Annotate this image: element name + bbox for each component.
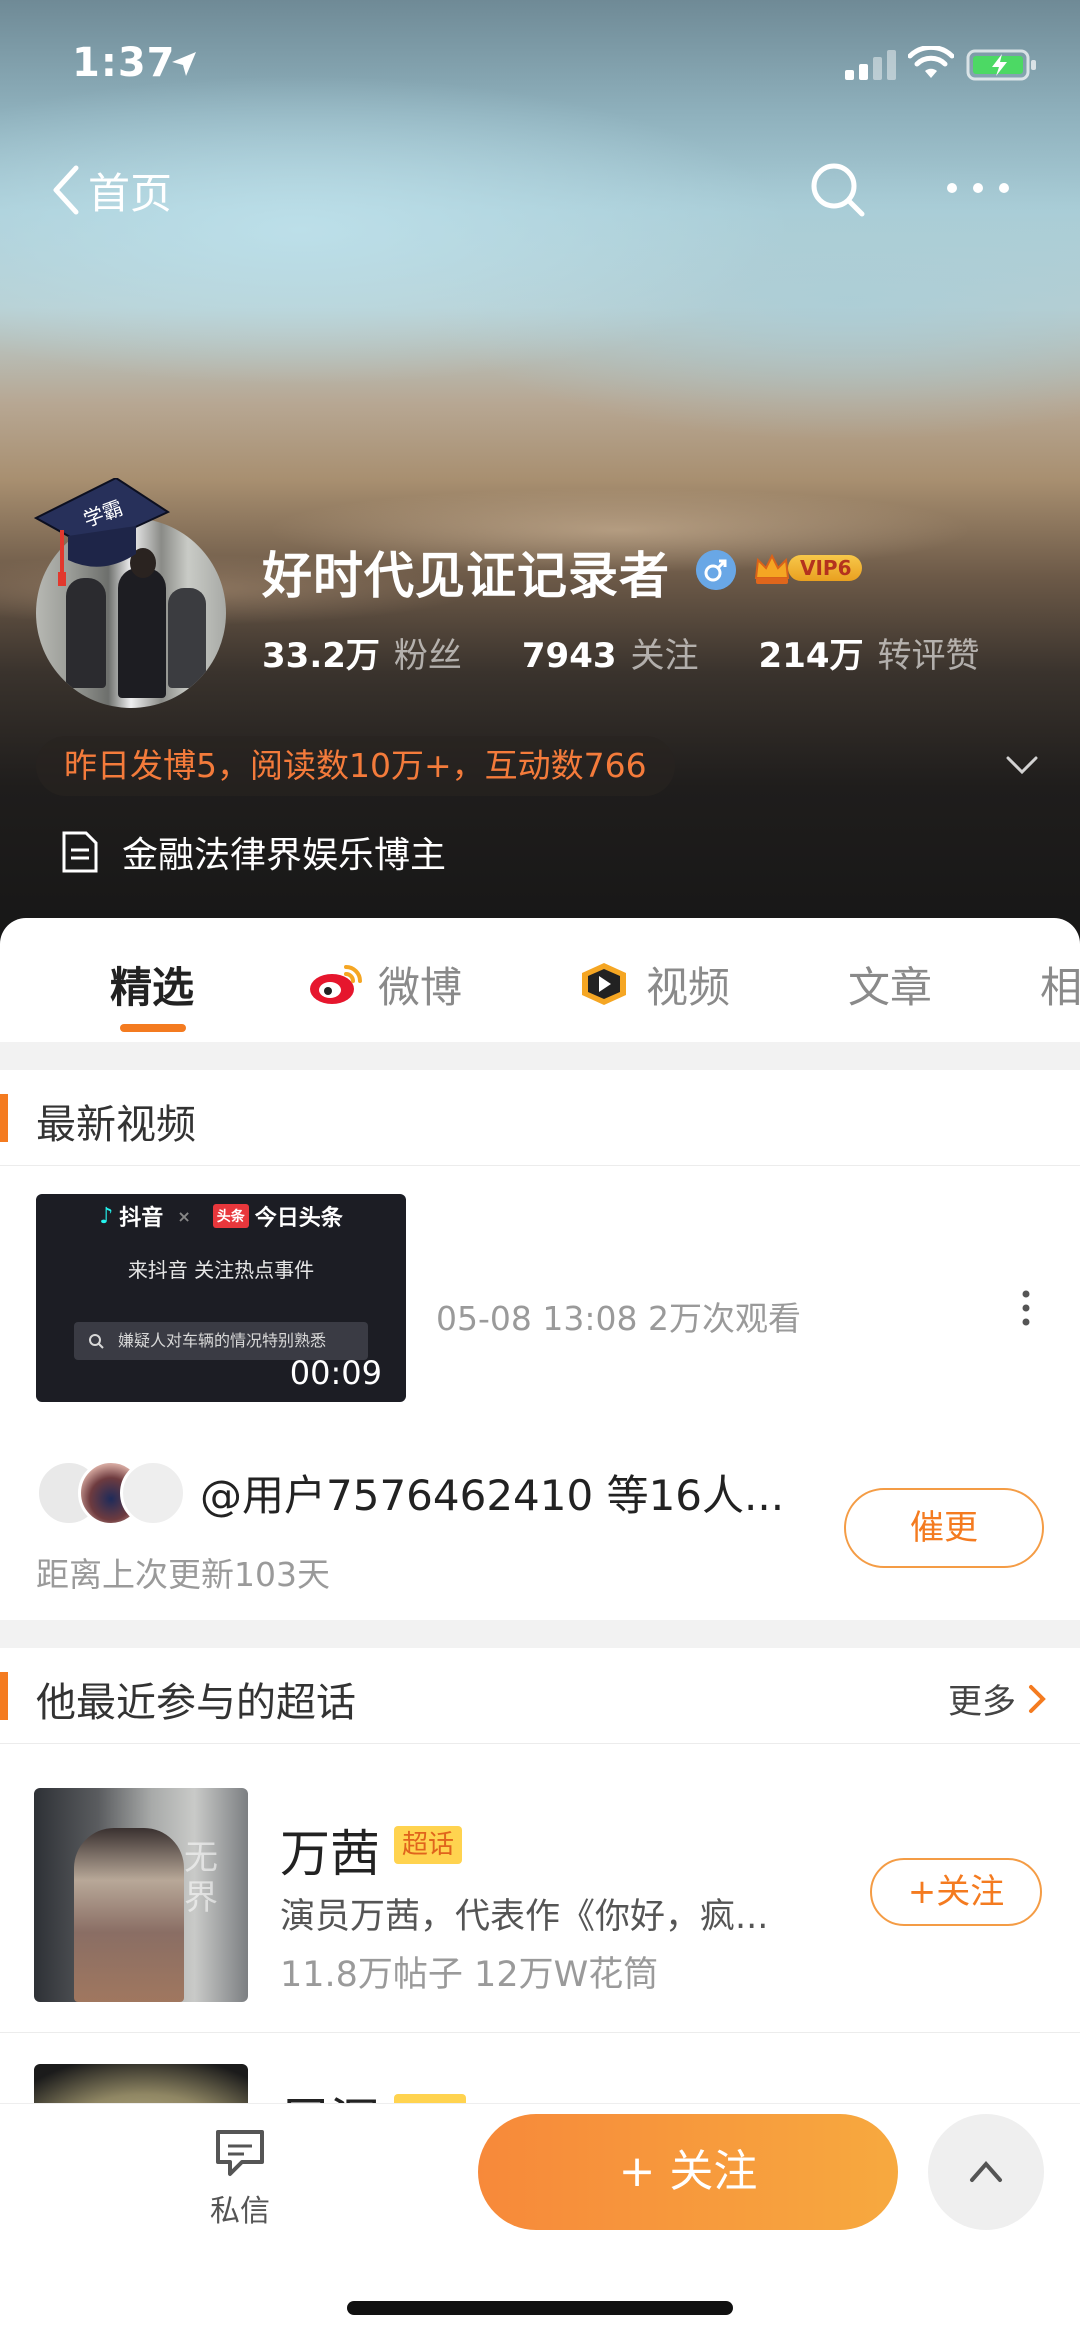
super-topics-header: 他最近参与的超话 更多 bbox=[0, 1648, 1080, 1744]
topic-stats: 11.8万帖子 12万W花筒 bbox=[280, 1955, 659, 1995]
tab-articles-label: 文章 bbox=[848, 962, 933, 1012]
video-meta: 05-08 13:08 2万次观看 bbox=[436, 1299, 801, 1338]
chevron-down-icon[interactable] bbox=[1004, 752, 1040, 780]
chevron-right-icon bbox=[1029, 1684, 1046, 1713]
bio-text: 金融法律界娱乐博主 bbox=[122, 835, 447, 876]
profile-tabs: 精选 微博 视频 文章 相 bbox=[0, 918, 1080, 1042]
vip-level: VIP6 bbox=[788, 555, 862, 581]
status-bar: 1:37 bbox=[0, 0, 1080, 130]
more-topics-link[interactable]: 更多 bbox=[948, 1674, 1046, 1723]
topic-image[interactable]: 无界 bbox=[34, 1788, 248, 2002]
back-button[interactable]: 首页 bbox=[48, 160, 172, 220]
reposts-likes-label: 转评赞 bbox=[877, 636, 980, 676]
male-gender-icon bbox=[696, 550, 736, 590]
row-divider bbox=[0, 2032, 1080, 2033]
video-duration: 00:09 bbox=[289, 1354, 382, 1392]
section-accent-bar bbox=[0, 1094, 8, 1142]
search-icon bbox=[89, 1334, 104, 1349]
section-accent-bar bbox=[0, 1672, 8, 1720]
last-update-info: 距离上次更新103天 bbox=[36, 1555, 330, 1594]
following-count[interactable]: 7943 bbox=[522, 636, 617, 676]
video-thumbnail[interactable]: ♪ 抖音 × 头条 今日头条 来抖音 关注热点事件 嫌疑人对车辆的情况特别熟悉 … bbox=[36, 1194, 406, 1402]
topic-name[interactable]: 万茜 bbox=[280, 1814, 380, 1886]
document-icon bbox=[62, 831, 98, 873]
bio-row: 金融法律界娱乐博主 bbox=[60, 826, 446, 878]
thumb-brand-toutiao: 今日头条 bbox=[254, 1206, 343, 1231]
thumb-caption: 来抖音 关注热点事件 bbox=[127, 1258, 315, 1282]
tab-weibo[interactable]: 微博 bbox=[308, 954, 462, 1014]
tab-featured-label: 精选 bbox=[110, 962, 195, 1012]
more-label: 更多 bbox=[948, 1682, 1016, 1722]
vip-badge[interactable]: VIP6 bbox=[752, 548, 862, 588]
topic-description: 演员万茜，代表作《你好，疯... bbox=[280, 1897, 769, 1937]
latest-video-header: 最新视频 bbox=[0, 1070, 1080, 1166]
back-label: 首页 bbox=[88, 168, 173, 218]
tab-video-label: 视频 bbox=[646, 962, 731, 1012]
thumb-toutiao-tag: 头条 bbox=[212, 1204, 249, 1228]
following-label[interactable]: 关注 bbox=[631, 628, 699, 677]
update-requesters[interactable]: @用户7576462410 等16人... bbox=[200, 1462, 784, 1523]
follow-button[interactable]: + 关注 bbox=[478, 2114, 898, 2230]
requester-avatars bbox=[36, 1458, 186, 1528]
chat-bubble-icon bbox=[216, 2130, 264, 2176]
video-play-icon bbox=[582, 963, 626, 1005]
tab-weibo-label: 微博 bbox=[378, 962, 463, 1012]
cellular-signal-icon bbox=[845, 50, 896, 80]
thumb-brand-douyin: 抖音 bbox=[119, 1206, 164, 1231]
section-title: 他最近参与的超话 bbox=[36, 1680, 356, 1726]
more-options-icon[interactable] bbox=[942, 168, 1014, 208]
crown-icon bbox=[754, 553, 790, 584]
activity-summary[interactable]: 昨日发博5，阅读数10万+，互动数766 bbox=[36, 736, 675, 796]
profile-name: 好时代见证记录者 bbox=[262, 547, 670, 605]
avatar bbox=[120, 1460, 186, 1526]
weibo-icon bbox=[310, 965, 362, 1004]
fans-label[interactable]: 粉丝 bbox=[394, 628, 462, 677]
section-divider bbox=[0, 1620, 1080, 1648]
super-topic-badge: 超话 bbox=[394, 1826, 463, 1864]
reposts-likes-count: 214万 bbox=[758, 636, 864, 676]
tab-albums-label: 相 bbox=[1040, 962, 1080, 1012]
tab-featured[interactable]: 精选 bbox=[110, 954, 194, 1014]
topic-image-text: 无界 bbox=[184, 1838, 218, 1918]
tab-articles[interactable]: 文章 bbox=[848, 954, 932, 1014]
search-icon[interactable] bbox=[808, 160, 868, 220]
section-divider bbox=[0, 1042, 1080, 1070]
avatar[interactable]: 学霸 bbox=[33, 478, 232, 708]
follow-topic-button[interactable]: +关注 bbox=[870, 1858, 1042, 1926]
chevron-up-icon bbox=[970, 2160, 1002, 2182]
more-vertical-icon[interactable] bbox=[1016, 1288, 1036, 1328]
section-title: 最新视频 bbox=[36, 1102, 196, 1148]
direct-message-label: 私信 bbox=[210, 2194, 270, 2229]
profile-stats: 33.2万 粉丝 7943 关注 214万 转评赞 bbox=[262, 628, 1040, 677]
home-indicator bbox=[347, 2301, 733, 2315]
tab-video[interactable]: 视频 bbox=[576, 954, 730, 1014]
wifi-icon bbox=[908, 46, 954, 78]
scroll-to-top-button[interactable] bbox=[928, 2114, 1044, 2230]
douyin-icon: ♪ bbox=[99, 1203, 114, 1229]
urge-update-button[interactable]: 催更 bbox=[844, 1488, 1044, 1568]
battery-charging-icon bbox=[966, 49, 1036, 81]
graduation-cap-icon: 学霸 bbox=[33, 478, 171, 586]
location-arrow-icon bbox=[172, 52, 196, 76]
active-tab-indicator bbox=[120, 1024, 186, 1032]
tab-albums[interactable]: 相 bbox=[1040, 954, 1080, 1014]
status-time: 1:37 bbox=[72, 40, 176, 86]
fans-count[interactable]: 33.2万 bbox=[262, 628, 380, 677]
direct-message-button[interactable]: 私信 bbox=[180, 2128, 300, 2238]
chevron-left-icon bbox=[53, 165, 79, 215]
thumb-brand-row: ♪ 抖音 × 头条 今日头条 bbox=[36, 1194, 406, 1238]
thumb-search-text: 嫌疑人对车辆的情况特别熟悉 bbox=[118, 1331, 327, 1350]
